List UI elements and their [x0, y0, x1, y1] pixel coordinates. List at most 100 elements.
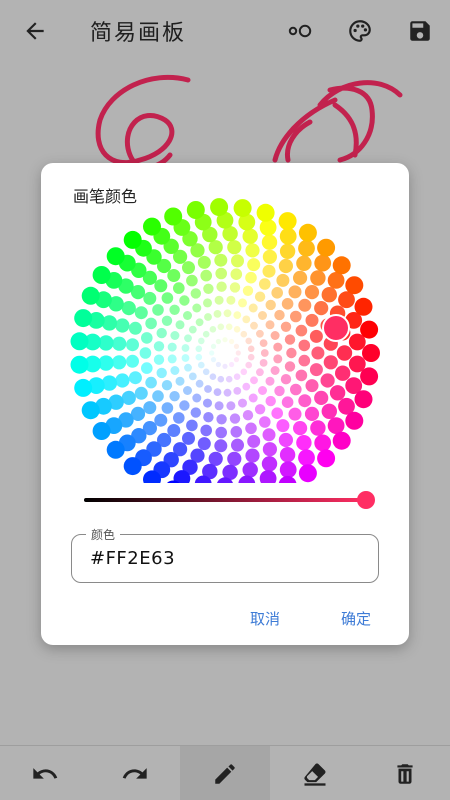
color-dot[interactable]	[229, 413, 241, 424]
color-dot[interactable]	[173, 412, 185, 424]
color-dot[interactable]	[247, 434, 261, 448]
color-dot[interactable]	[143, 217, 161, 236]
color-dot[interactable]	[265, 395, 276, 407]
color-dot[interactable]	[360, 367, 379, 386]
color-dot[interactable]	[242, 285, 254, 296]
eraser-icon[interactable]	[270, 746, 360, 800]
color-dot[interactable]	[143, 291, 157, 305]
color-dot[interactable]	[222, 337, 228, 343]
color-dot[interactable]	[235, 350, 241, 356]
color-dot[interactable]	[209, 326, 217, 333]
color-dot[interactable]	[314, 254, 332, 272]
color-dot[interactable]	[280, 374, 292, 385]
color-dot[interactable]	[298, 298, 312, 312]
color-dot[interactable]	[262, 249, 277, 264]
color-dot[interactable]	[242, 228, 258, 244]
color-dot[interactable]	[293, 270, 308, 285]
color-dot[interactable]	[245, 448, 260, 463]
color-dot[interactable]	[231, 254, 244, 268]
color-dot[interactable]	[332, 431, 351, 450]
color-dot[interactable]	[327, 272, 345, 289]
color-dot[interactable]	[281, 396, 294, 408]
color-dot[interactable]	[164, 207, 183, 226]
color-dot[interactable]	[231, 438, 244, 452]
color-dot[interactable]	[153, 341, 165, 352]
color-dot[interactable]	[262, 264, 276, 278]
color-dot[interactable]	[273, 354, 283, 364]
color-dot[interactable]	[179, 295, 190, 306]
color-dot[interactable]	[169, 391, 180, 402]
cancel-button[interactable]: 取消	[250, 608, 280, 629]
color-dot[interactable]	[265, 299, 276, 311]
color-dot[interactable]	[298, 449, 315, 467]
color-dot[interactable]	[284, 361, 296, 372]
color-dot[interactable]	[354, 297, 373, 316]
color-dot[interactable]	[226, 295, 236, 305]
color-dot[interactable]	[311, 346, 325, 360]
color-dot[interactable]	[169, 304, 180, 315]
color-dot[interactable]	[245, 243, 260, 258]
color-dot[interactable]	[254, 404, 266, 415]
color-dot[interactable]	[203, 298, 212, 308]
color-dot[interactable]	[167, 342, 177, 352]
color-dot[interactable]	[152, 304, 164, 316]
color-dot[interactable]	[121, 390, 136, 405]
color-dot[interactable]	[195, 318, 204, 327]
pen-icon[interactable]	[180, 746, 270, 800]
color-dot[interactable]	[247, 258, 261, 272]
color-dot[interactable]	[186, 201, 205, 219]
color-dot[interactable]	[181, 354, 190, 362]
color-dot[interactable]	[170, 366, 180, 375]
color-dot[interactable]	[198, 337, 205, 345]
color-dot[interactable]	[327, 417, 345, 434]
color-dot[interactable]	[321, 287, 337, 303]
color-dot[interactable]	[284, 334, 296, 345]
color-dot[interactable]	[247, 345, 255, 353]
color-dot[interactable]	[209, 373, 217, 380]
color-dot[interactable]	[203, 412, 214, 423]
color-dot[interactable]	[182, 261, 195, 275]
color-dot[interactable]	[197, 437, 211, 451]
color-dot[interactable]	[215, 338, 221, 345]
color-dot[interactable]	[175, 320, 185, 330]
color-dot[interactable]	[106, 247, 125, 266]
color-dot[interactable]	[229, 361, 235, 368]
color-dot[interactable]	[298, 339, 311, 352]
color-dot[interactable]	[216, 281, 227, 292]
color-dot[interactable]	[273, 342, 283, 352]
color-dot[interactable]	[200, 269, 212, 282]
color-dot[interactable]	[278, 432, 293, 448]
color-dot[interactable]	[310, 420, 326, 436]
color-dot[interactable]	[229, 338, 235, 345]
brightness-slider-track[interactable]	[84, 498, 366, 502]
color-dot[interactable]	[190, 288, 201, 299]
color-dot[interactable]	[248, 303, 258, 313]
color-dot[interactable]	[259, 219, 277, 236]
color-dot[interactable]	[216, 414, 227, 425]
color-dot[interactable]	[256, 203, 275, 222]
color-dot[interactable]	[200, 424, 212, 437]
color-dot[interactable]	[141, 332, 153, 344]
color-dot[interactable]	[215, 267, 227, 280]
color-dot[interactable]	[335, 365, 351, 381]
color-dot[interactable]	[296, 435, 312, 451]
color-dot[interactable]	[223, 388, 232, 397]
selected-color-marker[interactable]	[322, 314, 350, 342]
color-dot[interactable]	[259, 339, 268, 347]
color-dot[interactable]	[262, 428, 276, 442]
color-dot[interactable]	[115, 318, 130, 333]
color-dot[interactable]	[245, 271, 257, 284]
color-dot[interactable]	[233, 343, 240, 349]
color-dot[interactable]	[145, 317, 157, 330]
color-dot[interactable]	[74, 309, 93, 328]
color-dot[interactable]	[161, 292, 174, 304]
color-dot[interactable]	[274, 385, 285, 397]
color-dot[interactable]	[123, 230, 142, 249]
color-dot[interactable]	[203, 398, 212, 408]
color-dot[interactable]	[156, 367, 167, 379]
color-dot[interactable]	[173, 282, 185, 294]
color-dot[interactable]	[227, 240, 242, 255]
color-dot[interactable]	[245, 361, 252, 369]
color-dot[interactable]	[281, 298, 294, 310]
color-dot[interactable]	[323, 355, 338, 370]
